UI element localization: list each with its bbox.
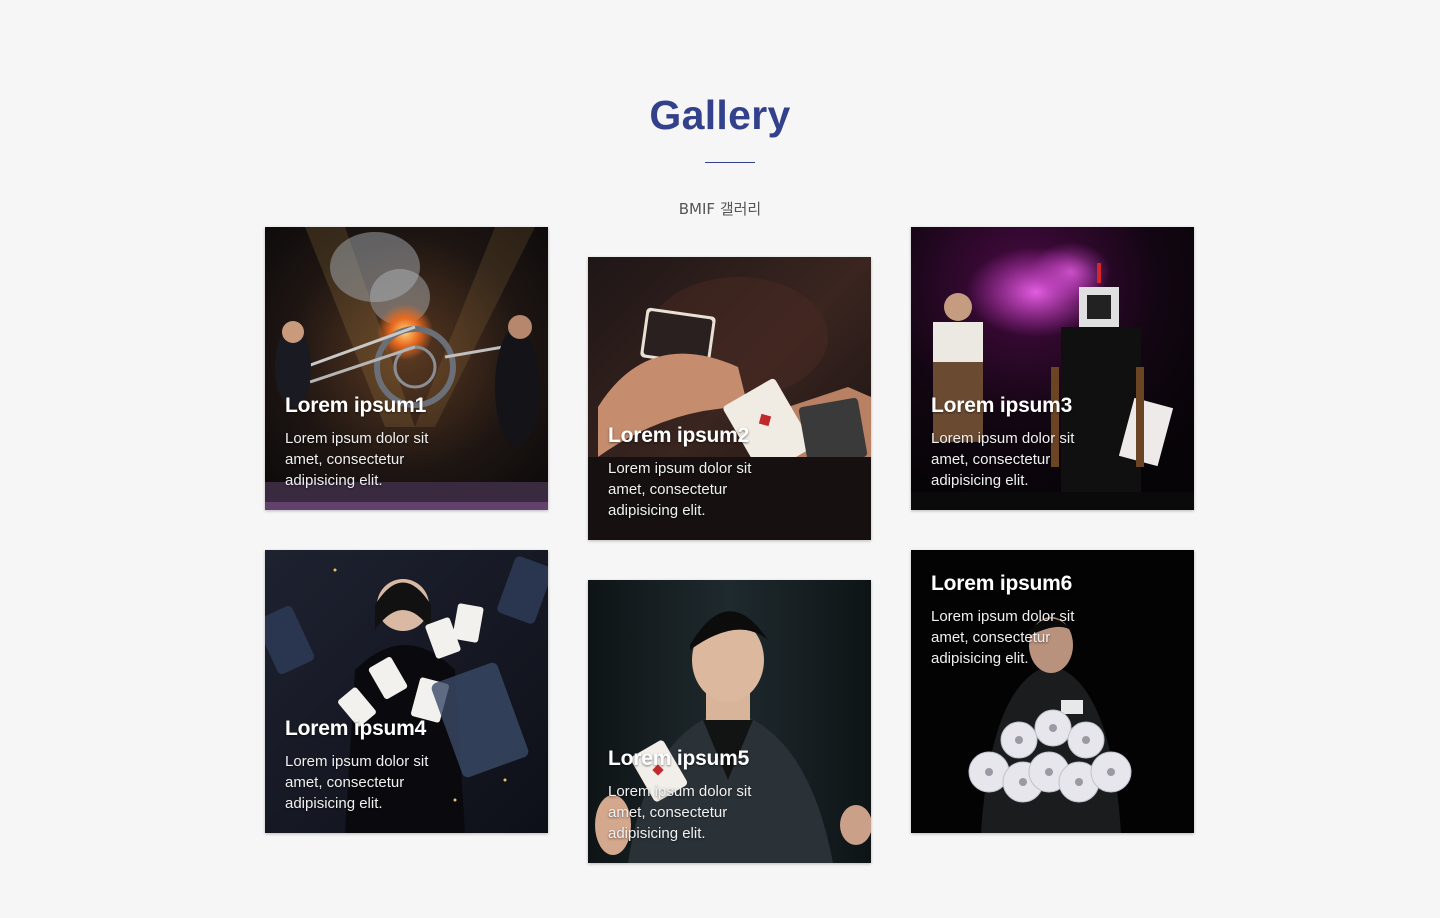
gallery-card-title: Lorem ipsum4 xyxy=(285,717,427,740)
gallery-card-title: Lorem ipsum5 xyxy=(608,747,750,770)
gallery-card-text: Lorem ipsum dolor sit amet, consectetur … xyxy=(608,783,752,842)
gallery-card-title: Lorem ipsum3 xyxy=(931,394,1073,417)
gallery-card-title: Lorem ipsum1 xyxy=(285,394,427,417)
gallery-card-text: Lorem ipsum dolor sit amet, consectetur … xyxy=(608,460,752,519)
gallery-card-text: Lorem ipsum dolor sit amet, consectetur … xyxy=(285,753,429,812)
gallery-card-text: Lorem ipsum dolor sit amet, consectetur … xyxy=(285,430,429,489)
gallery-caption: Lorem ipsum5 Lorem ipsum dolor sit amet,… xyxy=(608,747,858,844)
gallery-card-2[interactable]: Lorem ipsum2 Lorem ipsum dolor sit amet,… xyxy=(588,257,871,540)
gallery-caption: Lorem ipsum6 Lorem ipsum dolor sit amet,… xyxy=(931,572,1181,669)
gallery-caption: Lorem ipsum2 Lorem ipsum dolor sit amet,… xyxy=(608,424,858,521)
section-title: Gallery xyxy=(649,92,791,138)
gallery-card-text: Lorem ipsum dolor sit amet, consectetur … xyxy=(931,430,1075,489)
gallery-card-1[interactable]: Lorem ipsum1 Lorem ipsum dolor sit amet,… xyxy=(265,227,548,510)
gallery-card-4[interactable]: Lorem ipsum4 Lorem ipsum dolor sit amet,… xyxy=(265,550,548,833)
gallery-caption: Lorem ipsum3 Lorem ipsum dolor sit amet,… xyxy=(931,394,1181,491)
gallery-caption: Lorem ipsum4 Lorem ipsum dolor sit amet,… xyxy=(285,717,535,814)
gallery-card-title: Lorem ipsum6 xyxy=(931,572,1073,595)
gallery-card-title: Lorem ipsum2 xyxy=(608,424,750,447)
gallery-card-3[interactable]: Lorem ipsum3 Lorem ipsum dolor sit amet,… xyxy=(911,227,1194,510)
title-divider xyxy=(705,162,755,163)
section-subtitle: BMIF 갤러리 xyxy=(678,200,762,218)
gallery-caption: Lorem ipsum1 Lorem ipsum dolor sit amet,… xyxy=(285,394,535,491)
gallery-card-text: Lorem ipsum dolor sit amet, consectetur … xyxy=(931,608,1075,667)
gallery-card-5[interactable]: Lorem ipsum5 Lorem ipsum dolor sit amet,… xyxy=(588,580,871,863)
gallery-card-6[interactable]: Lorem ipsum6 Lorem ipsum dolor sit amet,… xyxy=(911,550,1194,833)
